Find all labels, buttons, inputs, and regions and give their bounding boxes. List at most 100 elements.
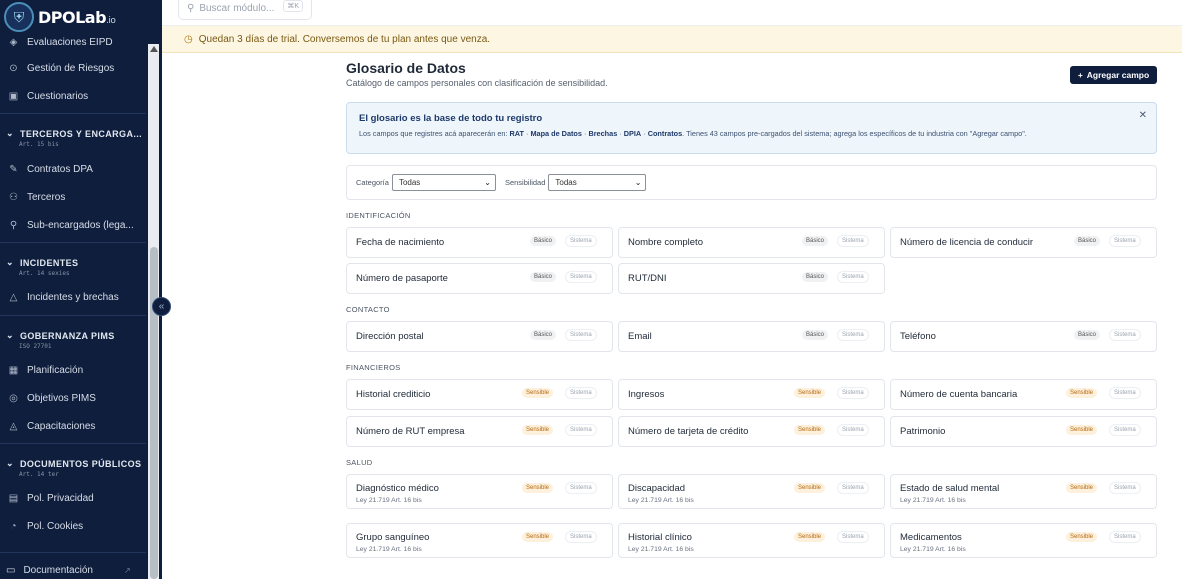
source-badge: Sistema	[565, 271, 597, 283]
clock-icon: ◷	[184, 33, 193, 45]
field-card[interactable]: Discapacidad Ley 21.719 Art. 16 bis Sensib…	[618, 474, 885, 509]
field-name: Grupo sanguíneo	[356, 532, 430, 543]
field-name: Número de tarjeta de crédito	[628, 426, 749, 437]
info-prefix: Los campos que registres acá aparecerán …	[359, 129, 510, 138]
field-card[interactable]: Grupo sanguíneo Ley 21.719 Art. 16 bis Sen…	[346, 523, 613, 558]
source-badge: Sistema	[1109, 424, 1141, 436]
shield-icon: ◈	[9, 37, 18, 48]
sensitivity-badge: Básico	[530, 272, 557, 282]
sidebar-item-evaluaciones[interactable]: ◈ Evaluaciones EIPD	[8, 37, 113, 48]
field-name: Historial clínico	[628, 532, 692, 543]
section-incidentes[interactable]: ⌄ INCIDENTES Art. 14 sexies	[6, 257, 78, 277]
clipboard-icon: ▣	[8, 91, 19, 102]
field-card[interactable]: Número de licencia de conducir Básico Sist…	[890, 227, 1157, 258]
sidebar-item-contratos-dpa[interactable]: ✎ Contratos DPA	[8, 164, 93, 175]
field-name: Dirección postal	[356, 331, 424, 342]
section-terceros[interactable]: ⌄ TERCEROS Y ENCARGA... Art. 15 bis	[6, 128, 142, 148]
field-card[interactable]: Número de RUT empresa Sensible Sistema	[346, 416, 613, 447]
category-heading: FINANCIEROS	[346, 363, 401, 372]
field-card[interactable]: Número de tarjeta de crédito Sensible Sist…	[618, 416, 885, 447]
field-card[interactable]: Dirección postal Básico Sistema	[346, 321, 613, 352]
sidebar-item-incidentes[interactable]: △ Incidentes y brechas	[8, 292, 119, 303]
field-name: Número de RUT empresa	[356, 426, 465, 437]
sensitivity-badge: Básico	[1074, 236, 1101, 246]
collapse-sidebar-button[interactable]: «	[152, 297, 171, 316]
field-card[interactable]: Medicamentos Ley 21.719 Art. 16 bis Sensib…	[890, 523, 1157, 558]
document-icon: ▤	[8, 493, 19, 504]
field-card[interactable]: Fecha de nacimiento Básico Sistema	[346, 227, 613, 258]
trial-banner: ◷ Quedan 3 días de trial. Conversemos de…	[162, 26, 1182, 53]
info-link-rat[interactable]: RAT	[509, 129, 523, 138]
divider	[0, 113, 146, 114]
info-link-dpia[interactable]: DPIA	[624, 129, 641, 138]
field-name: Medicamentos	[900, 532, 962, 543]
field-card[interactable]: Teléfono Básico Sistema	[890, 321, 1157, 352]
field-card[interactable]: RUT/DNI Básico Sistema	[618, 263, 885, 294]
sidebar-item-label: Gestión de Riesgos	[27, 63, 115, 74]
field-card[interactable]: Historial clínico Ley 21.719 Art. 16 bis S…	[618, 523, 885, 558]
field-card[interactable]: Historial crediticio Sensible Sistema	[346, 379, 613, 410]
info-link-brechas[interactable]: Brechas	[588, 129, 617, 138]
section-title: DOCUMENTOS PÚBLICOS	[19, 458, 142, 469]
field-card[interactable]: Ingresos Sensible Sistema	[618, 379, 885, 410]
close-icon[interactable]: ✕	[1139, 110, 1147, 121]
brand-name: DPOLab.io	[38, 7, 116, 27]
sidebar-item-label: Planificación	[27, 365, 84, 376]
field-name: Número de pasaporte	[356, 273, 448, 284]
sidebar-item-pol-privacidad[interactable]: ▤ Pol. Privacidad	[8, 493, 94, 504]
sidebar-item-capacitaciones[interactable]: ◬ Capacitaciones	[8, 421, 96, 432]
field-name: Email	[628, 331, 652, 342]
field-card[interactable]: Número de cuenta bancaria Sensible Sistema	[890, 379, 1157, 410]
warning-icon: △	[9, 292, 18, 303]
category-select[interactable]: Todas ⌄	[391, 174, 496, 191]
documentation-link[interactable]: ▭ Documentación ↗	[0, 561, 146, 579]
users-icon: ⚇	[9, 192, 18, 203]
sidebar-item-objetivos[interactable]: ◎ Objetivos PIMS	[8, 393, 96, 404]
sidebar-item-label: Capacitaciones	[27, 421, 96, 432]
sensitivity-badge: Sensible	[522, 483, 554, 493]
field-card[interactable]: Patrimonio Sensible Sistema	[890, 416, 1157, 447]
sensitivity-badge: Sensible	[522, 425, 554, 435]
field-card[interactable]: Diagnóstico médico Ley 21.719 Art. 16 bis…	[346, 474, 613, 509]
field-name: Ingresos	[628, 389, 665, 400]
sensitivity-select-value: Todas	[555, 178, 577, 187]
field-card[interactable]: Email Básico Sistema	[618, 321, 885, 352]
scroll-up-icon[interactable]	[150, 46, 158, 52]
field-law-reference: Ley 21.719 Art. 16 bis	[900, 546, 966, 553]
field-card[interactable]: Estado de salud mental Ley 21.719 Art. 16…	[890, 474, 1157, 509]
field-card[interactable]: Número de pasaporte Básico Sistema	[346, 263, 613, 294]
documentation-label: Documentación	[23, 564, 93, 576]
search-input[interactable]: ⚲ Buscar módulo... ⌘K	[178, 0, 312, 20]
search-icon: ⚲	[187, 2, 195, 14]
sidebar-item-label: Pol. Cookies	[27, 521, 84, 532]
section-subtitle: Art. 14 ter	[19, 471, 59, 478]
source-badge: Sistema	[837, 531, 869, 543]
add-field-button[interactable]: + Agregar campo	[1070, 66, 1157, 84]
info-link-mapa[interactable]: Mapa de Datos	[530, 129, 582, 138]
sidebar-item-label: Cuestionarios	[27, 91, 89, 102]
filter-bar: Categoría Todas ⌄ Sensibilidad Todas ⌄	[346, 165, 1157, 200]
sidebar-item-planificacion[interactable]: ▦ Planificación	[8, 365, 83, 376]
sidebar: ⛨ DPOLab.io ◈ Evaluaciones EIPD ⊙ Gestión …	[0, 0, 162, 579]
field-law-reference: Ley 21.719 Art. 16 bis	[356, 497, 422, 504]
info-link-contratos[interactable]: Contratos	[648, 129, 682, 138]
sidebar-item-label: Objetivos PIMS	[27, 393, 96, 404]
source-badge: Sistema	[837, 482, 869, 494]
sidebar-item-sub-encargados[interactable]: ⚲ Sub-encargados (lega...	[8, 220, 134, 231]
section-documentos[interactable]: ⌄ DOCUMENTOS PÚBLICOS Art. 14 ter	[6, 458, 141, 478]
sensitivity-badge: Básico	[802, 272, 829, 282]
source-badge: Sistema	[1109, 235, 1141, 247]
divider	[0, 552, 146, 553]
sidebar-item-terceros[interactable]: ⚇ Terceros	[8, 192, 65, 203]
sidebar-item-pol-cookies[interactable]: ◔ Pol. Cookies	[8, 521, 83, 532]
sensitivity-select[interactable]: Todas ⌄	[548, 174, 647, 191]
section-gobernanza[interactable]: ⌄ GOBERNANZA PIMS ISO 27701	[6, 330, 115, 350]
brand[interactable]: ⛨ DPOLab.io	[0, 0, 162, 34]
sensitivity-badge: Básico	[530, 330, 557, 340]
field-law-reference: Ley 21.719 Art. 16 bis	[356, 546, 422, 553]
sidebar-item-cuestionarios[interactable]: ▣ Cuestionarios	[8, 91, 88, 102]
logo-icon: ⛨	[4, 2, 34, 32]
chevron-down-icon: ⌄	[484, 178, 491, 187]
sidebar-item-gestion-riesgos[interactable]: ⊙ Gestión de Riesgos	[8, 63, 114, 74]
field-card[interactable]: Nombre completo Básico Sistema	[618, 227, 885, 258]
